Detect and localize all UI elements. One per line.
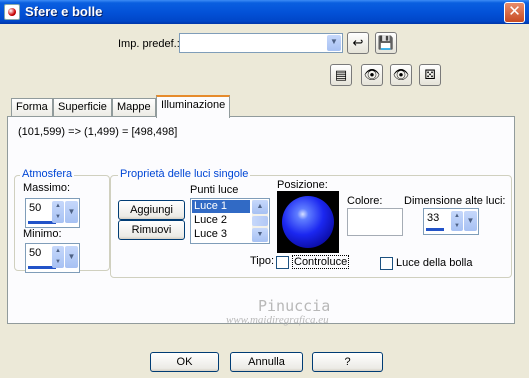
size-label: Dimensione alte luci: (404, 195, 506, 207)
chevron-down-icon[interactable]: ▼ (464, 211, 477, 231)
updown-arrows-icon[interactable]: ▲ ▼ (451, 211, 463, 231)
tab-illuminazione[interactable]: Illuminazione (156, 95, 231, 118)
luci-title: Proprietà delle luci singole (118, 168, 251, 180)
list-item[interactable]: Luce 2 (192, 214, 250, 227)
max-label: Massimo: (23, 182, 71, 194)
tab-mappe[interactable]: Mappe (112, 98, 156, 117)
light-color-swatch[interactable] (347, 208, 403, 236)
save-preset-button[interactable]: 💾 (375, 32, 397, 54)
preset-dropdown[interactable]: ▼ (179, 33, 343, 53)
controluce-label[interactable]: Controluce (292, 255, 350, 269)
position-label: Posizione: (277, 179, 328, 191)
add-light-button[interactable]: Aggiungi (118, 200, 185, 220)
highlight-size-stepper[interactable]: 33 ▲ ▼ ▼ (423, 208, 479, 235)
chevron-down-icon[interactable]: ▼ (65, 246, 78, 268)
window-title: Sfere e bolle (25, 4, 103, 19)
controluce-checkbox[interactable] (276, 256, 289, 269)
scroll-down-icon[interactable]: ▼ (252, 228, 268, 242)
chevron-down-icon[interactable]: ▼ (327, 35, 341, 51)
list-item[interactable]: Luce 1 (192, 200, 250, 213)
list-scrollbar[interactable]: ▲ ▼ (252, 200, 268, 242)
tab-superficie[interactable]: Superficie (53, 98, 112, 117)
max-value: 50 (29, 202, 42, 214)
eye-question-icon: 👁 (363, 67, 381, 82)
color-label: Colore: (347, 195, 383, 207)
scroll-thumb[interactable] (252, 216, 268, 226)
size-value: 33 (427, 212, 440, 224)
min-stepper[interactable]: 50 ▲ ▼ ▼ (25, 243, 80, 273)
app-icon (4, 4, 20, 20)
light-position-preview[interactable] (277, 191, 339, 253)
mapping-readout: (101,599) => (1,499) = [498,498] (18, 126, 178, 138)
atmosfera-title: Atmosfera (20, 168, 75, 180)
size-level-bar (426, 228, 444, 231)
min-label: Minimo: (23, 228, 62, 240)
floppy-disk-icon: 💾 (377, 35, 395, 50)
type-label: Tipo: (250, 255, 275, 267)
ok-button[interactable]: OK (150, 352, 219, 372)
proof-toggle-button[interactable]: 👁 (361, 64, 383, 86)
watermark-name: Pinuccia (258, 297, 331, 315)
preset-label: Imp. predef.: (118, 38, 180, 50)
tab-forma[interactable]: Forma (11, 98, 53, 117)
help-button[interactable]: ? (312, 352, 383, 372)
eye-icon: 👁 (392, 67, 410, 82)
bubble-light-label[interactable]: Luce della bolla (396, 257, 472, 269)
list-item[interactable]: Luce 3 (192, 228, 250, 241)
sphere-preview (282, 196, 334, 248)
cancel-button[interactable]: Annulla (230, 352, 303, 372)
bubble-light-checkbox[interactable] (380, 257, 393, 270)
undo-arrow-icon: ↩ (352, 35, 364, 50)
updown-arrows-icon[interactable]: ▲ ▼ (52, 246, 64, 268)
window-list-icon: ▤ (334, 67, 348, 82)
max-stepper[interactable]: 50 ▲ ▼ ▼ (25, 198, 80, 228)
watermark-site: www.maidiregrafica.eu (226, 314, 329, 326)
randomize-button[interactable]: ⚄ (419, 64, 441, 86)
dice-icon: ⚄ (424, 67, 436, 82)
title-bar[interactable]: Sfere e bolle ✕ (0, 0, 529, 24)
points-label: Punti luce (190, 184, 239, 196)
auto-proof-button[interactable]: 👁 (390, 64, 412, 86)
scroll-up-icon[interactable]: ▲ (252, 200, 268, 214)
lights-list[interactable]: Luce 1 Luce 2 Luce 3 ▲ ▼ (190, 198, 270, 244)
reset-preset-button[interactable]: ↩ (347, 32, 369, 54)
remove-light-button[interactable]: Rimuovi (118, 220, 185, 240)
preview-window-button[interactable]: ▤ (330, 64, 352, 86)
chevron-down-icon[interactable]: ▼ (65, 201, 78, 223)
min-value: 50 (29, 247, 42, 259)
close-button[interactable]: ✕ (504, 2, 525, 23)
updown-arrows-icon[interactable]: ▲ ▼ (52, 201, 64, 223)
